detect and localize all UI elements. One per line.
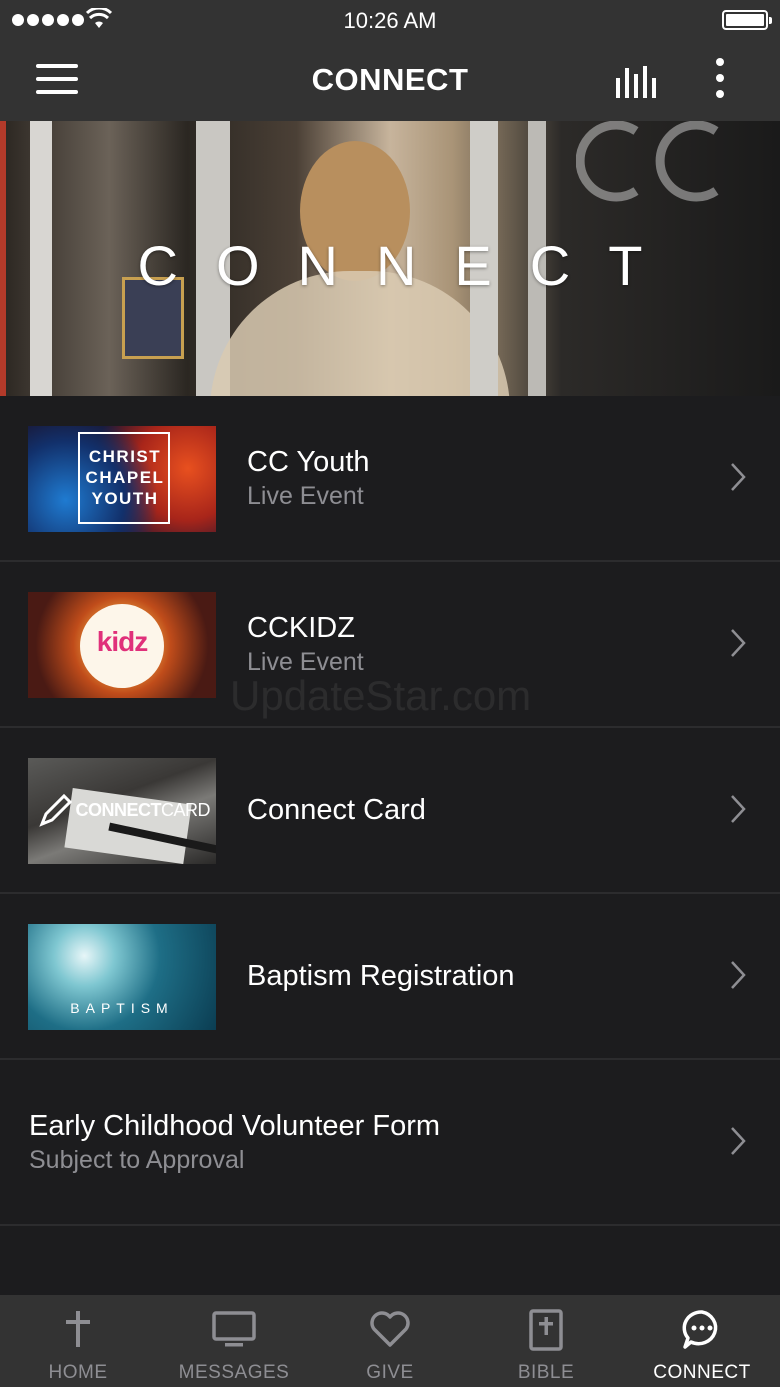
heart-icon	[370, 1311, 410, 1347]
connect-card-thumbnail-text-light: CARD	[160, 800, 211, 820]
tab-messages[interactable]: MESSAGES	[156, 1295, 312, 1387]
list-item-title: CCKIDZ	[247, 612, 355, 644]
list-item-title: Baptism Registration	[247, 960, 515, 992]
tab-label: GIVE	[366, 1362, 414, 1383]
connect-card-thumbnail: CONNECTCARD	[28, 758, 216, 864]
tab-label: HOME	[48, 1362, 108, 1383]
page-title: CONNECT	[311, 62, 469, 97]
connect-card-thumbnail-text: CONNECT	[75, 800, 161, 820]
baptism-thumbnail: BAPTISM	[28, 924, 216, 1030]
kidz-thumbnail: kidz	[28, 592, 216, 698]
tab-label: MESSAGES	[178, 1362, 290, 1383]
tab-connect[interactable]: CONNECT	[624, 1295, 780, 1387]
audio-bars-icon[interactable]	[614, 64, 660, 100]
list-item-cckidz[interactable]: kidz CCKIDZ Live Event	[0, 562, 780, 728]
chat-bubble-icon	[682, 1310, 718, 1349]
connect-list: CHRIST CHAPEL YOUTH CC Youth Live Event …	[0, 396, 780, 1226]
list-item-baptism-registration[interactable]: BAPTISM Baptism Registration	[0, 894, 780, 1060]
youth-thumbnail-text: CHRIST CHAPEL YOUTH	[85, 447, 165, 508]
tab-bar: HOME MESSAGES GIVE BIBLE CONNECT	[0, 1295, 780, 1387]
tab-give[interactable]: GIVE	[312, 1295, 468, 1387]
status-time: 10:26 AM	[343, 8, 437, 33]
list-item-early-childhood-volunteer-form[interactable]: Early Childhood Volunteer Form Subject t…	[0, 1060, 780, 1226]
list-item-cc-youth[interactable]: CHRIST CHAPEL YOUTH CC Youth Live Event	[0, 396, 780, 562]
monitor-icon	[212, 1311, 256, 1347]
tab-bible[interactable]: BIBLE	[468, 1295, 624, 1387]
baptism-thumbnail-text: BAPTISM	[70, 1000, 174, 1016]
chevron-right-icon	[731, 463, 746, 491]
hero-title: CONNECT	[137, 234, 681, 297]
hero-banner: CONNECT	[0, 121, 780, 396]
chevron-right-icon	[731, 1127, 746, 1155]
chevron-right-icon	[731, 629, 746, 657]
list-item-subtitle: Live Event	[247, 648, 364, 676]
list-item-title: CC Youth	[247, 446, 370, 478]
tab-label: CONNECT	[653, 1362, 751, 1383]
list-item-subtitle: Subject to Approval	[29, 1146, 245, 1174]
list-item-subtitle: Live Event	[247, 482, 364, 510]
chevron-right-icon	[731, 795, 746, 823]
more-options-icon[interactable]	[708, 58, 732, 102]
cross-icon	[66, 1311, 90, 1347]
chevron-right-icon	[731, 961, 746, 989]
list-item-title: Connect Card	[247, 794, 426, 826]
youth-thumbnail: CHRIST CHAPEL YOUTH	[28, 426, 216, 532]
status-bar: 10:26 AM	[0, 0, 780, 40]
list-item-title: Early Childhood Volunteer Form	[29, 1110, 441, 1142]
tab-label: BIBLE	[517, 1362, 575, 1383]
navigation-bar: CONNECT	[0, 40, 780, 121]
kidz-thumbnail-text: kidz	[96, 626, 148, 657]
battery-icon	[722, 10, 772, 30]
bible-icon	[529, 1309, 563, 1351]
tab-home[interactable]: HOME	[0, 1295, 156, 1387]
list-item-connect-card[interactable]: CONNECTCARD Connect Card	[0, 728, 780, 894]
